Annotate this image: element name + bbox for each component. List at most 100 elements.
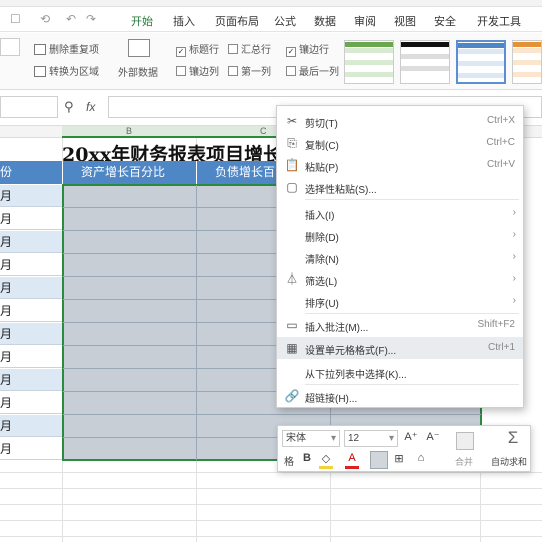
grid-hline [0,504,542,505]
menu-format-cells[interactable]: ▦ 设置单元格格式(F)... Ctrl+1 [277,337,523,359]
convert-to-range-label: 转换为区域 [49,67,99,78]
fill-color-icon[interactable]: ◇ [318,452,334,465]
tab-page-layout[interactable]: 页面布局 [215,13,259,29]
menu-insert-comment-label: 插入批注(M)... [305,323,369,334]
tab-insert[interactable]: 插入 [173,13,195,29]
menu-paste-shortcut: Ctrl+V [486,159,515,170]
font-size-select[interactable]: 12 ▾ [344,430,398,447]
header-cell-liability-growth[interactable]: 负债增长百 [196,161,280,184]
paste-special-icon: ▢ [286,180,298,194]
merge-cells-button[interactable]: 合并 [448,455,480,468]
tab-formulas[interactable]: 公式 [274,13,296,29]
save-icon[interactable]: ☐ [10,12,21,26]
menu-copy[interactable]: ⎘ 复制(C) Ctrl+C [277,132,523,154]
row-label[interactable]: 月 [0,300,62,322]
format-cells-icon: ▦ [286,341,298,355]
merge-cells-icon [456,432,474,450]
scissors-icon: ✂ [286,114,298,128]
menu-insert[interactable]: 插入(I) › [277,202,523,224]
ribbon-left-control[interactable] [0,38,20,56]
tab-home[interactable]: 开始 [131,13,153,29]
chevron-down-icon: ▾ [330,433,336,444]
magnifier-icon[interactable]: ⚲ [64,99,74,115]
font-name-value: 宋体 [286,433,306,444]
increase-font-icon[interactable]: A⁺ [402,430,420,443]
font-color-icon[interactable]: A [344,452,360,464]
menu-paste[interactable]: 📋 粘贴(P) Ctrl+V [277,154,523,176]
menu-sort[interactable]: 排序(U) › [277,290,523,312]
format-painter-icon[interactable]: 格 [282,453,296,468]
checkbox-icon [286,66,296,76]
print-icon[interactable]: ⟲ [40,12,50,26]
menu-clear[interactable]: 清除(N) › [277,246,523,268]
clear-format-icon[interactable]: ⌂ [414,452,428,464]
fx-icon[interactable]: fx [86,100,95,114]
undo-icon[interactable]: ↶ [66,12,76,26]
tab-view[interactable]: 视图 [394,13,416,29]
menu-pick-from-list-label: 从下拉列表中选择(K)... [305,370,407,381]
decrease-font-icon[interactable]: A⁻ [424,430,442,443]
row-label[interactable]: 月 [0,392,62,414]
tab-developer[interactable]: 开发工具 [477,13,521,29]
row-label[interactable]: 月 [0,346,62,368]
row-label[interactable]: 月 [0,185,62,207]
convert-to-range-button[interactable]: 转换为区域 [34,63,99,78]
header-cell-asset-growth[interactable]: 资产增长百分比 [62,161,196,184]
menu-pick-from-list[interactable]: 从下拉列表中选择(K)... [277,361,523,383]
remove-duplicates-label: 删除重复项 [49,45,99,56]
row-label[interactable]: 月 [0,277,62,299]
align-center-button[interactable] [370,451,388,469]
checkbox-checked-icon: ✓ [286,47,296,57]
name-box[interactable] [0,96,58,118]
grid-hline [0,520,542,521]
menu-bar [0,7,542,32]
redo-icon[interactable]: ↷ [86,12,96,26]
banded-rows-checkbox[interactable]: ✓ 镶边行 [286,41,329,57]
tab-data[interactable]: 数据 [314,13,336,29]
menu-filter[interactable]: ⏃ 筛选(L) › [277,268,523,290]
convert-range-icon [34,66,46,77]
menu-hyperlink[interactable]: 🔗 超链接(H)... [277,385,523,407]
table-style-blue-selected[interactable] [456,40,506,84]
menu-delete-label: 删除(D) [305,233,339,244]
external-data-button[interactable]: 外部数据 [118,64,158,79]
row-label[interactable]: 月 [0,254,62,276]
menu-paste-special[interactable]: ▢ 选择性粘贴(S)... [277,176,523,198]
last-column-checkbox[interactable]: 最后一列 [286,63,339,78]
checkbox-icon [176,66,186,76]
tab-security[interactable]: 安全 [434,13,456,29]
menu-cut[interactable]: ✂ 剪切(T) Ctrl+X [277,110,523,132]
window-top-strip [0,0,542,7]
table-style-green[interactable] [344,40,394,84]
last-column-label: 最后一列 [299,67,339,78]
menu-insert-comment[interactable]: ▭ 插入批注(M)... Shift+F2 [277,314,523,336]
row-label[interactable]: 月 [0,438,62,460]
font-name-select[interactable]: 宋体 ▾ [282,430,340,447]
remove-duplicates-button[interactable]: 删除重复项 [34,41,99,56]
menu-paste-special-label: 选择性粘贴(S)... [305,185,377,196]
borders-icon[interactable]: ⊞ [392,452,406,465]
autosum-button[interactable]: 自动求和 [486,455,532,468]
grid-hline [0,488,542,489]
total-row-checkbox[interactable]: 汇总行 [228,41,271,56]
grid-hline [63,414,481,415]
menu-filter-label: 筛选(L) [305,277,338,288]
bold-button[interactable]: B [300,452,314,464]
menu-delete[interactable]: 删除(D) › [277,224,523,246]
grid-hline [0,536,542,537]
table-style-orange[interactable] [512,40,542,84]
menu-format-cells-label: 设置单元格格式(F)... [305,346,397,357]
menu-hyperlink-label: 超链接(H)... [305,394,358,405]
row-label[interactable]: 月 [0,208,62,230]
row-label[interactable]: 月 [0,415,62,437]
first-column-checkbox[interactable]: 第一列 [228,63,271,78]
tab-review[interactable]: 审阅 [354,13,376,29]
banded-columns-checkbox[interactable]: 镶边列 [176,63,219,78]
header-row-checkbox[interactable]: ✓ 标题行 [176,41,219,57]
link-icon: 🔗 [284,389,300,403]
header-cell-month[interactable]: 份 [0,161,62,184]
row-label[interactable]: 月 [0,369,62,391]
row-label[interactable]: 月 [0,323,62,345]
table-style-black[interactable] [400,40,450,84]
row-label[interactable]: 月 [0,231,62,253]
